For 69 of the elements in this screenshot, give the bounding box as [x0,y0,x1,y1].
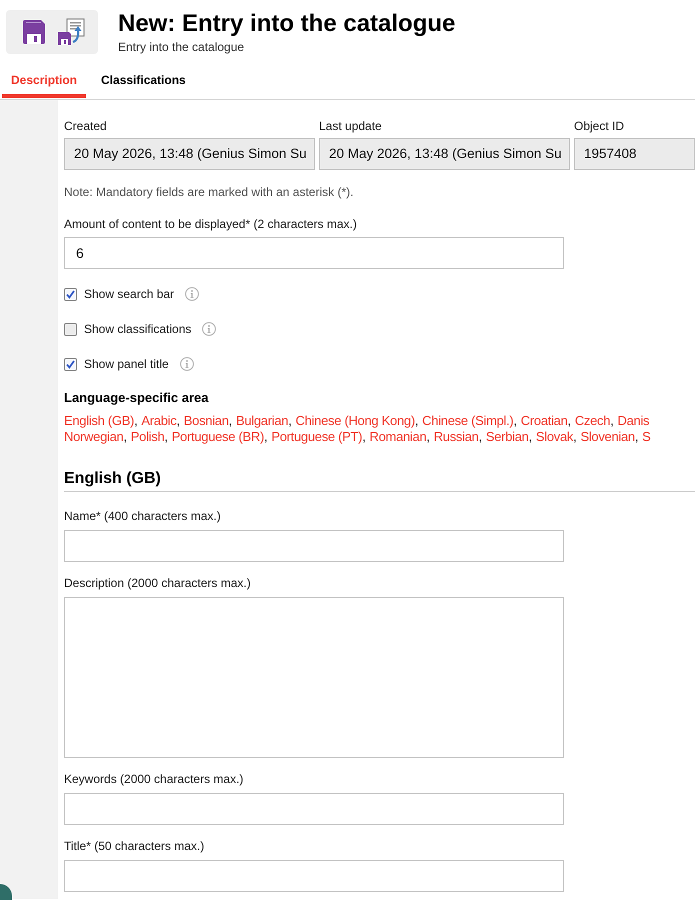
language-link[interactable]: Serbian [486,429,529,445]
field-label: Keywords (2000 characters max.) [64,771,244,787]
field-label: Created [64,118,108,134]
comma-separator: , [414,413,418,429]
language-link[interactable]: Portuguese (PT) [271,429,362,445]
page-title: New: Entry into the catalogue [118,10,456,38]
readonly-field: 20 May 2026, 13:48 (Genius Simon Su [319,138,570,170]
checkmark-icon [66,360,75,368]
readonly-field: 20 May 2026, 13:48 (Genius Simon Su [64,138,315,170]
language-link[interactable]: Arabic [141,413,176,429]
info-icon[interactable] [180,357,194,371]
language-link[interactable]: Slovak [536,429,574,445]
language-link[interactable]: Chinese (Hong Kong) [296,413,415,429]
subsection-heading: Language-specific area [64,390,210,406]
floppy-document-arrow-icon[interactable] [58,18,86,46]
language-link[interactable]: Chinese (Simpl.) [422,413,514,429]
mandatory-note: Note: Mandatory fields are marked with an asterisk (*). [64,184,354,200]
comma-separator: , [528,429,532,445]
comma-separator: , [264,429,268,445]
language-link[interactable]: Danis [618,413,650,429]
language-link[interactable]: Czech [574,413,610,429]
field-label: Name* (400 characters max.) [64,508,222,524]
text-input[interactable]: 6 [64,237,564,269]
field-label: Description (2000 characters max.) [64,575,252,591]
language-link[interactable]: Portuguese (BR) [172,429,264,445]
comma-separator: , [164,429,168,445]
checkmark-icon [66,290,75,298]
comma-separator: , [228,413,232,429]
field-label: Last update [319,118,383,134]
checkbox[interactable] [64,288,77,300]
checkbox[interactable] [64,358,77,370]
comma-separator: , [362,429,366,445]
comma-separator: , [176,413,180,429]
comma-separator: , [634,429,638,445]
comma-separator: , [610,413,614,429]
text-input[interactable] [64,793,564,825]
language-link[interactable]: Bosnian [184,413,229,429]
language-link[interactable]: Norwegian [64,429,124,445]
checkbox-label: Show search bar [84,286,174,302]
comma-separator: , [478,429,482,445]
text-input[interactable] [64,860,564,892]
language-link[interactable]: S [642,429,651,445]
info-icon[interactable] [202,322,216,336]
language-link[interactable]: English (GB) [64,413,134,429]
language-link[interactable]: Polish [130,429,164,445]
language-link[interactable]: Russian [434,429,479,445]
comma-separator: , [568,413,571,429]
section-heading: English (GB) [64,469,695,492]
comma-separator: , [513,413,517,429]
language-link[interactable]: Bulgarian [236,413,288,429]
language-link[interactable]: Romanian [370,429,426,445]
language-link[interactable]: Slovenian [580,429,635,445]
checkbox-label: Show classifications [84,321,192,337]
checkbox-label: Show panel title [84,356,169,372]
comma-separator: , [573,429,576,445]
text-input[interactable] [64,530,564,562]
comma-separator: , [123,429,127,445]
comma-separator: , [426,429,430,445]
field-label: Object ID [574,118,626,134]
info-icon[interactable] [185,287,200,301]
page-subtitle: Entry into the catalogue [118,40,246,54]
readonly-field: 1957408 [574,138,695,170]
checkbox[interactable] [64,322,77,336]
language-link[interactable]: Croatian [520,413,568,429]
field-label: Amount of content to be displayed* (2 characters max.) [64,216,358,232]
field-label: Title* (50 characters max.) [64,838,206,854]
comma-separator: , [288,413,292,429]
comma-separator: , [134,413,138,429]
tab[interactable]: Classifications [92,65,195,98]
